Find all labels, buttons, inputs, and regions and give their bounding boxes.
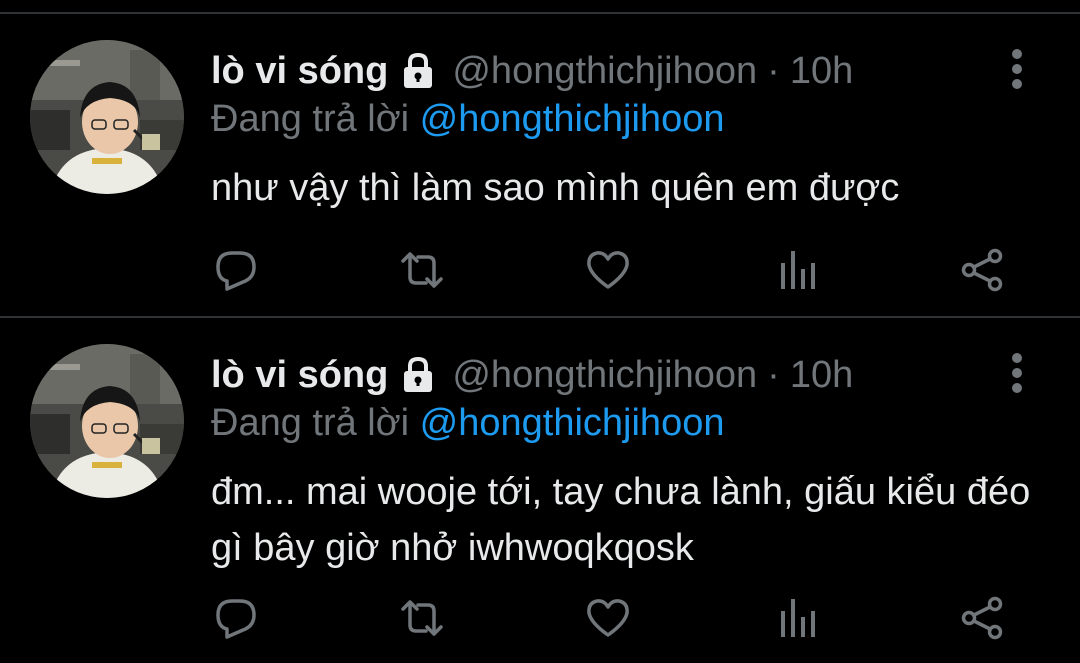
avatar-image — [30, 40, 184, 194]
views-button[interactable] — [768, 590, 824, 646]
like-button[interactable] — [580, 590, 636, 646]
tweet[interactable]: lò vi sóng @hongthichjihoon · 10h Đang t… — [0, 14, 1080, 316]
reply-icon — [216, 251, 256, 291]
reply-icon — [216, 599, 256, 639]
avatar[interactable] — [30, 344, 184, 498]
timestamp[interactable]: 10h — [790, 350, 853, 400]
share-icon — [961, 248, 1003, 292]
avatar[interactable] — [30, 40, 184, 194]
tweet[interactable]: lò vi sóng @hongthichjihoon · 10h Đang t… — [0, 318, 1080, 663]
reply-prefix: Đang trả lời — [211, 98, 410, 140]
like-button[interactable] — [580, 242, 636, 298]
reply-button[interactable] — [208, 242, 264, 298]
share-icon — [961, 596, 1003, 640]
display-name[interactable]: lò vi sóng — [211, 46, 388, 96]
avatar-image — [30, 344, 184, 498]
analytics-icon — [781, 251, 815, 289]
handle[interactable]: @hongthichjihoon — [452, 46, 757, 96]
reply-prefix: Đang trả lời — [211, 402, 410, 444]
action-bar — [0, 242, 1080, 298]
tweet-header: lò vi sóng @hongthichjihoon · 10h — [211, 350, 853, 400]
handle[interactable]: @hongthichjihoon — [452, 350, 757, 400]
more-vertical-icon[interactable] — [1006, 352, 1028, 394]
views-button[interactable] — [768, 242, 824, 298]
tweet-text: đm... mai wooje tới, tay chưa lành, giấu… — [211, 471, 1031, 569]
replying-to: Đang trả lời @hongthichjihoon — [211, 398, 724, 448]
tweet-header: lò vi sóng @hongthichjihoon · 10h — [211, 46, 853, 96]
separator-dot: · — [767, 50, 780, 92]
separator-dot: · — [767, 354, 780, 396]
retweet-icon — [401, 252, 443, 288]
analytics-icon — [781, 599, 815, 637]
more-vertical-icon[interactable] — [1006, 48, 1028, 90]
retweet-icon — [401, 600, 443, 636]
share-button[interactable] — [954, 242, 1010, 298]
reply-to-handle[interactable]: @hongthichjihoon — [420, 98, 725, 140]
heart-icon — [587, 251, 629, 289]
reply-to-handle[interactable]: @hongthichjihoon — [420, 402, 725, 444]
reply-button[interactable] — [208, 590, 264, 646]
replying-to: Đang trả lời @hongthichjihoon — [211, 94, 724, 144]
tweet-text: như vậy thì làm sao mình quên em được — [211, 167, 900, 209]
share-button[interactable] — [954, 590, 1010, 646]
action-bar — [0, 590, 1080, 646]
retweet-button[interactable] — [394, 242, 450, 298]
heart-icon — [587, 599, 629, 637]
lock-icon — [398, 51, 438, 91]
retweet-button[interactable] — [394, 590, 450, 646]
timestamp[interactable]: 10h — [790, 46, 853, 96]
display-name[interactable]: lò vi sóng — [211, 350, 388, 400]
lock-icon — [398, 355, 438, 395]
